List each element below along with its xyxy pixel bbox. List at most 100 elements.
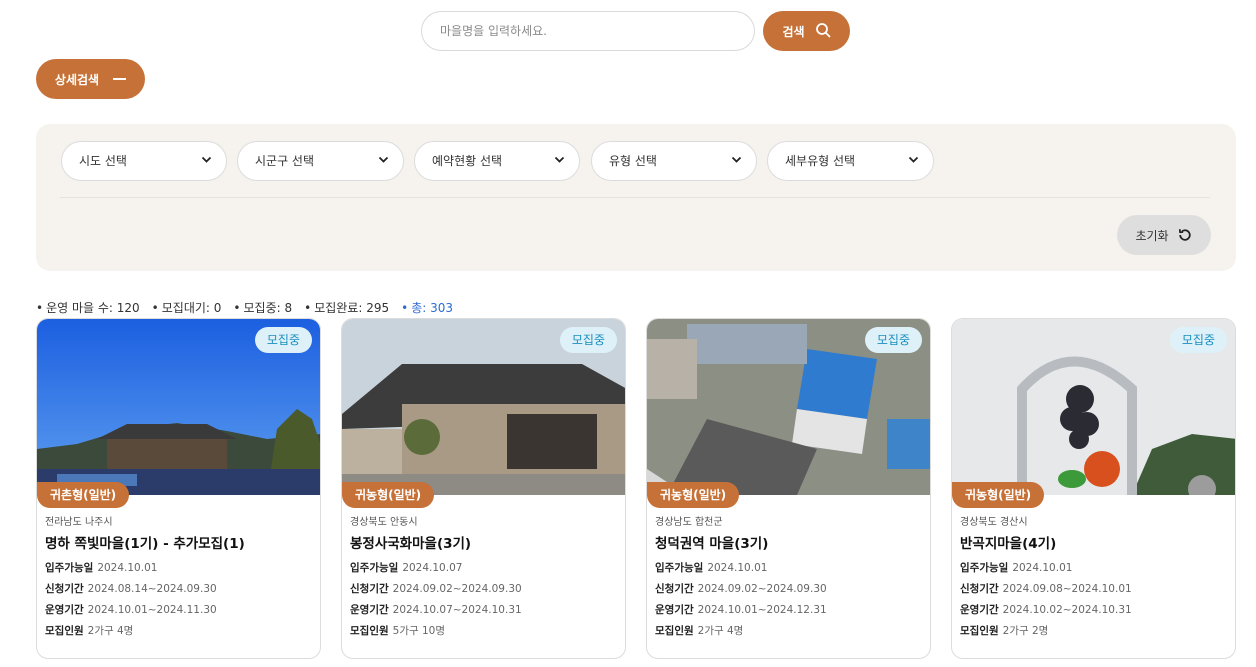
move-in-row: 입주가능일 2024.10.07 [350,560,462,575]
recruit-row: 모집인원 2가구 2명 [960,623,1048,638]
move-in-label: 입주가능일 [960,562,1009,574]
recruit-row: 모집인원 5가구 10명 [350,623,445,638]
sigungu-select-label: 시군구 선택 [255,154,315,168]
stats-bar: 운영 마을 수: 120 모집대기: 0 모집중: 8 모집완료: 295 총:… [36,299,453,316]
apply-value: 2024.08.14~2024.09.30 [87,583,217,595]
apply-label: 신청기간 [655,583,694,595]
operate-value: 2024.10.02~2024.10.31 [1002,604,1132,616]
operate-row: 운영기간 2024.10.01~2024.12.31 [655,602,827,617]
village-card[interactable]: 모집중 귀농형(일반) 경상북도 경산시 반곡지마을(4기) 입주가능일 2024… [951,318,1236,659]
recruit-value: 5가구 10명 [392,625,445,637]
apply-row: 신청기간 2024.09.02~2024.09.30 [350,581,522,596]
move-in-label: 입주가능일 [655,562,704,574]
type-select-label: 유형 선택 [609,154,657,168]
operate-label: 운영기간 [350,604,389,616]
operate-value: 2024.10.01~2024.12.31 [697,604,827,616]
type-badge: 귀농형(일반) [342,482,435,508]
operate-row: 운영기간 2024.10.07~2024.10.31 [350,602,522,617]
minus-icon [113,78,127,80]
recruit-label: 모집인원 [350,625,389,637]
move-in-row: 입주가능일 2024.10.01 [960,560,1072,575]
chevron-down-icon [201,156,212,163]
reservation-status-select-label: 예약현황 선택 [432,154,503,168]
apply-row: 신청기간 2024.08.14~2024.09.30 [45,581,217,596]
apply-value: 2024.09.08~2024.10.01 [1002,583,1132,595]
card-region: 경상남도 합천군 [655,517,723,528]
refresh-icon [1178,229,1191,241]
village-card[interactable]: 모집중 귀농형(일반) 경상북도 안동시 봉정사국화마을(3기) 입주가능일 20… [341,318,626,659]
status-badge: 모집중 [254,327,312,353]
apply-value: 2024.09.02~2024.09.30 [392,583,522,595]
apply-row: 신청기간 2024.09.02~2024.09.30 [655,581,827,596]
status-badge: 모집중 [1169,327,1227,353]
card-region: 경상북도 경산시 [960,517,1028,528]
reset-button[interactable]: 초기화 [1117,215,1211,255]
status-badge: 모집중 [559,327,617,353]
recruit-value: 2가구 4명 [87,625,134,637]
stat-completed: 모집완료: 295 [304,299,389,316]
move-in-value: 2024.10.01 [1012,562,1073,574]
card-title: 반곡지마을(4기) [960,536,1057,552]
sido-select[interactable]: 시도 선택 [61,141,227,181]
stat-operating: 운영 마을 수: 120 [36,299,140,316]
operate-label: 운영기간 [45,604,84,616]
sigungu-select[interactable]: 시군구 선택 [237,141,404,181]
subtype-select[interactable]: 세부유형 선택 [767,141,934,181]
recruit-label: 모집인원 [960,625,999,637]
card-title: 봉정사국화마을(3기) [350,536,472,552]
chevron-down-icon [908,156,919,163]
move-in-label: 입주가능일 [350,562,399,574]
type-select[interactable]: 유형 선택 [591,141,757,181]
type-badge: 귀농형(일반) [952,482,1045,508]
move-in-value: 2024.10.01 [97,562,158,574]
card-region: 전라남도 나주시 [45,517,113,528]
apply-label: 신청기간 [350,583,389,595]
reservation-status-select[interactable]: 예약현황 선택 [414,141,580,181]
search-button[interactable]: 검색 [763,11,850,51]
recruit-value: 2가구 2명 [1002,625,1049,637]
operate-row: 운영기간 2024.10.01~2024.11.30 [45,602,217,617]
detail-search-button[interactable]: 상세검색 [36,59,145,99]
sido-select-label: 시도 선택 [79,154,127,168]
reset-button-label: 초기화 [1135,228,1169,243]
type-badge: 귀촌형(일반) [37,482,130,508]
apply-label: 신청기간 [960,583,999,595]
search-input[interactable] [421,11,755,51]
chevron-down-icon [378,156,389,163]
move-in-row: 입주가능일 2024.10.01 [655,560,767,575]
operate-value: 2024.10.07~2024.10.31 [392,604,522,616]
recruit-label: 모집인원 [655,625,694,637]
operate-label: 운영기간 [655,604,694,616]
operate-value: 2024.10.01~2024.11.30 [87,604,217,616]
search-button-label: 검색 [782,24,805,39]
move-in-value: 2024.10.01 [707,562,768,574]
search-icon [815,22,831,41]
type-badge: 귀농형(일반) [647,482,740,508]
chevron-down-icon [554,156,565,163]
operate-label: 운영기간 [960,604,999,616]
card-title: 청덕권역 마을(3기) [655,536,769,552]
recruit-row: 모집인원 2가구 4명 [45,623,133,638]
recruit-row: 모집인원 2가구 4명 [655,623,743,638]
move-in-label: 입주가능일 [45,562,94,574]
move-in-row: 입주가능일 2024.10.01 [45,560,157,575]
village-card[interactable]: 모집중 귀촌형(일반) 전라남도 나주시 명하 쪽빛마을(1기) - 추가모집(… [36,318,321,659]
stat-total: 총: 303 [401,299,453,316]
village-card[interactable]: 모집중 귀농형(일반) 경상남도 합천군 청덕권역 마을(3기) 입주가능일 20… [646,318,931,659]
chevron-down-icon [731,156,742,163]
operate-row: 운영기간 2024.10.02~2024.10.31 [960,602,1132,617]
apply-row: 신청기간 2024.09.08~2024.10.01 [960,581,1132,596]
card-region: 경상북도 안동시 [350,517,418,528]
recruit-value: 2가구 4명 [697,625,744,637]
subtype-select-label: 세부유형 선택 [785,154,856,168]
status-badge: 모집중 [864,327,922,353]
recruit-label: 모집인원 [45,625,84,637]
card-title: 명하 쪽빛마을(1기) - 추가모집(1) [45,536,245,552]
stat-recruiting: 모집중: 8 [233,299,292,316]
filter-panel: 시도 선택 시군구 선택 예약현황 선택 유형 선택 세부유형 선택 초기화 [36,124,1236,271]
filter-divider [60,197,1210,198]
apply-label: 신청기간 [45,583,84,595]
stat-waiting: 모집대기: 0 [152,299,222,316]
detail-search-label: 상세검색 [54,72,100,87]
apply-value: 2024.09.02~2024.09.30 [697,583,827,595]
